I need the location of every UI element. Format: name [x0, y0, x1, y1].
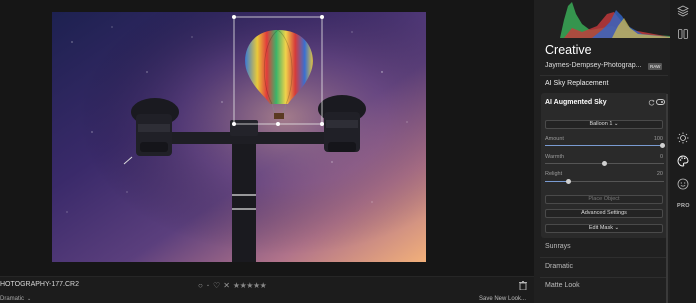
section-matte-look[interactable]: Matte Look	[545, 282, 580, 289]
color-label-icon[interactable]: ○	[198, 281, 203, 290]
star-icon[interactable]: ★	[246, 281, 253, 290]
trash-icon[interactable]	[519, 281, 527, 290]
relight-label: Relight	[545, 171, 563, 177]
star-icon[interactable]: ★	[233, 281, 240, 290]
section-sunrays[interactable]: Sunrays	[545, 243, 571, 250]
creative-palette-icon[interactable]	[677, 155, 689, 167]
chevron-down-icon[interactable]: ⌄	[206, 282, 210, 288]
star-icon[interactable]: ★	[253, 281, 260, 290]
amount-label: Amount	[545, 136, 564, 142]
relight-value[interactable]: 20	[657, 171, 663, 177]
amount-slider[interactable]	[545, 143, 665, 148]
tool-rail: PRO	[670, 0, 696, 303]
place-object-button[interactable]: Place Object	[545, 195, 663, 204]
divider	[540, 75, 668, 76]
compare-icon[interactable]	[677, 28, 689, 40]
section-dramatic[interactable]: Dramatic	[545, 263, 573, 270]
slider-fill	[545, 145, 664, 146]
portrait-face-icon[interactable]	[677, 178, 689, 190]
photo-preview[interactable]	[52, 12, 426, 262]
histogram	[542, 0, 670, 38]
panel-scrollbar[interactable]	[666, 94, 668, 303]
bottom-toolbar: HOTOGRAPHY-177.CR2 Dramatic ⌄ ○ ⌄ ♡ ✕ ★★…	[0, 276, 534, 303]
star-icon[interactable]: ★	[260, 281, 267, 290]
reset-icon[interactable]	[648, 99, 655, 106]
edit-mask-button[interactable]: Edit Mask ⌄	[545, 224, 663, 233]
light-essentials-icon[interactable]	[677, 132, 689, 144]
divider	[540, 257, 668, 258]
warmth-label: Warmth	[545, 154, 565, 160]
warmth-value[interactable]: 0	[660, 154, 663, 160]
image-filename: HOTOGRAPHY-177.CR2	[0, 281, 79, 288]
layers-icon[interactable]	[677, 5, 689, 17]
looks-preset-dropdown[interactable]: Dramatic	[0, 296, 24, 302]
star-rating[interactable]: ★★★★★	[233, 281, 267, 290]
panel-title: Creative	[545, 43, 592, 57]
favorite-heart-icon[interactable]: ♡	[213, 281, 220, 290]
slider-thumb[interactable]	[566, 179, 572, 184]
object-select-dropdown[interactable]: Balloon 1 ⌄	[545, 120, 663, 129]
chevron-down-icon: ⌄	[612, 121, 619, 127]
slider-fill	[545, 181, 569, 182]
image-canvas[interactable]	[0, 0, 534, 276]
raw-badge: RAW	[648, 63, 663, 70]
edit-mask-label: Edit Mask	[588, 225, 613, 231]
advanced-settings-button[interactable]: Advanced Settings	[545, 209, 663, 218]
visibility-toggle[interactable]	[656, 99, 665, 105]
object-select-label: Balloon 1	[589, 121, 613, 127]
preset-filename: Jaymes-Dempsey-Photograp...	[545, 62, 642, 69]
divider	[540, 277, 668, 278]
slider-thumb[interactable]	[602, 161, 607, 166]
section-ai-sky-replacement[interactable]: AI Sky Replacement	[545, 80, 608, 87]
ai-augmented-sky-card: AI Augmented Sky Balloon 1 ⌄ Amount 100 …	[541, 93, 668, 238]
save-new-look-button[interactable]: Save New Look...	[479, 296, 526, 302]
creative-panel: Creative Jaymes-Dempsey-Photograp... RAW…	[534, 0, 670, 303]
pro-tools-icon[interactable]: PRO	[677, 203, 690, 209]
rating-bar: ○ ⌄ ♡ ✕ ★★★★★	[198, 280, 267, 290]
warmth-slider[interactable]	[545, 161, 664, 166]
app-window: HOTOGRAPHY-177.CR2 Dramatic ⌄ ○ ⌄ ♡ ✕ ★★…	[0, 0, 696, 303]
amount-value[interactable]: 100	[654, 136, 663, 142]
chevron-down-icon: ⌄	[613, 225, 620, 231]
chevron-down-icon[interactable]: ⌄	[27, 296, 31, 302]
relight-slider[interactable]	[545, 179, 664, 184]
slider-thumb[interactable]	[659, 143, 665, 148]
reject-icon[interactable]: ✕	[223, 281, 230, 290]
card-title[interactable]: AI Augmented Sky	[545, 99, 607, 106]
